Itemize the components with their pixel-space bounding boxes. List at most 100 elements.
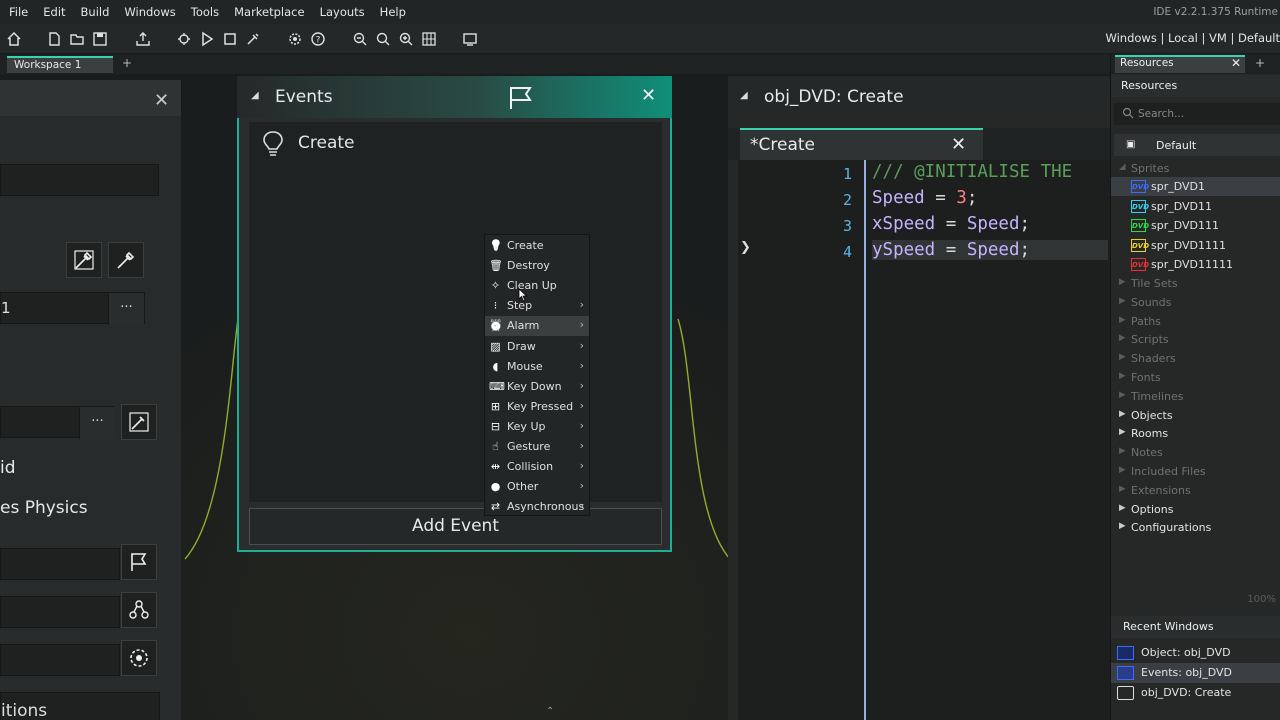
folder-tile-sets[interactable]: ▶ Tile Sets xyxy=(1111,274,1280,293)
collapse-icon[interactable]: ◢ xyxy=(740,90,748,101)
sprite-item[interactable]: DVD spr_DVD111 xyxy=(1111,216,1280,235)
folder-sprites[interactable]: ◢ Sprites xyxy=(1111,159,1280,178)
collapsed-arrow-icon[interactable]: ▶ xyxy=(1119,465,1126,475)
folder-paths[interactable]: ▶ Paths xyxy=(1111,312,1280,331)
collapsed-arrow-icon[interactable]: ▶ xyxy=(1119,427,1126,437)
zoom-reset-icon[interactable] xyxy=(373,29,393,49)
collapsed-arrow-icon[interactable]: ▶ xyxy=(1119,277,1126,287)
debug-icon[interactable] xyxy=(174,29,194,49)
close-icon[interactable]: ✕ xyxy=(951,134,966,155)
close-icon[interactable]: ✕ xyxy=(641,85,656,106)
recent-window-item[interactable]: obj_DVD: Create xyxy=(1111,683,1280,703)
menu-help[interactable]: Help xyxy=(374,5,412,19)
menu-file[interactable]: File xyxy=(3,5,34,19)
clean-icon[interactable] xyxy=(243,29,263,49)
collapsed-arrow-icon[interactable]: ▶ xyxy=(1119,484,1126,494)
folder-options[interactable]: ▶ Options xyxy=(1111,500,1280,519)
close-icon[interactable]: ✕ xyxy=(154,90,169,111)
collapsed-arrow-icon[interactable]: ▶ xyxy=(1119,315,1126,325)
edit-mask-icon[interactable] xyxy=(121,404,157,440)
flag-icon[interactable] xyxy=(121,544,157,580)
context-menu-item-draw[interactable]: ▨ Draw › xyxy=(485,337,589,357)
folder-fonts[interactable]: ▶ Fonts xyxy=(1111,368,1280,387)
folder-rooms[interactable]: ▶ Rooms xyxy=(1111,424,1280,443)
context-menu-item-clean-up[interactable]: ✧ Clean Up xyxy=(485,276,589,296)
code-line[interactable]: Speed = 3; xyxy=(872,188,977,208)
run-icon[interactable] xyxy=(197,29,217,49)
context-menu-item-gesture[interactable]: ☝ Gesture › xyxy=(485,437,589,457)
home-icon[interactable] xyxy=(4,29,24,49)
physics-row[interactable] xyxy=(0,644,120,676)
more-button[interactable]: ··· xyxy=(79,407,115,439)
zoom-out-icon[interactable] xyxy=(350,29,370,49)
new-sprite-icon[interactable] xyxy=(108,242,144,278)
collapsed-arrow-icon[interactable]: ▶ xyxy=(1119,409,1126,419)
open-folder-icon[interactable] xyxy=(67,29,87,49)
menu-build[interactable]: Build xyxy=(75,5,116,19)
code-line[interactable]: ySpeed = Speed; xyxy=(872,240,1108,260)
collapsed-arrow-icon[interactable]: ▶ xyxy=(1119,521,1126,531)
collapsed-arrow-icon[interactable]: ▶ xyxy=(1119,390,1126,400)
parent-field[interactable]: ··· xyxy=(0,406,115,439)
expanded-arrow-icon[interactable]: ◢ xyxy=(1119,162,1126,172)
context-menu-item-create[interactable]: 💡 Create xyxy=(485,236,589,256)
folder-objects[interactable]: ▶ Objects xyxy=(1111,406,1280,425)
context-menu-item-key-down[interactable]: ⌨ Key Down › xyxy=(485,377,589,397)
sprite-field[interactable]: 1 ··· xyxy=(0,292,145,325)
recent-window-item[interactable]: Object: obj_DVD xyxy=(1111,643,1280,663)
menu-windows[interactable]: Windows xyxy=(118,5,181,19)
zoom-in-icon[interactable] xyxy=(396,29,416,49)
add-tab-button[interactable]: + xyxy=(1255,56,1265,70)
resources-tab[interactable]: Resources ✕ xyxy=(1115,55,1245,73)
context-menu-item-step[interactable]: ⁝ Step › xyxy=(485,296,589,316)
collapsed-arrow-icon[interactable]: ▶ xyxy=(1119,446,1126,456)
window-icon[interactable] xyxy=(460,29,480,49)
settings-icon[interactable] xyxy=(285,29,305,49)
context-menu-item-alarm[interactable]: ⏰ Alarm › xyxy=(485,316,589,337)
more-button[interactable]: ··· xyxy=(108,293,144,325)
sprite-item[interactable]: DVD spr_DVD1 xyxy=(1111,177,1280,196)
edit-sprite-icon[interactable] xyxy=(66,242,102,278)
collapsed-arrow-icon[interactable]: ▶ xyxy=(1119,503,1126,513)
folder-scripts[interactable]: ▶ Scripts xyxy=(1111,330,1280,349)
folder-configurations[interactable]: ▶ Configurations xyxy=(1111,518,1280,537)
menu-marketplace[interactable]: Marketplace xyxy=(228,5,310,19)
variable-definitions-row[interactable]: itions xyxy=(0,692,160,720)
collapsed-arrow-icon[interactable]: ▶ xyxy=(1119,296,1126,306)
target-selector[interactable]: Windows | Local | VM | Default xyxy=(1105,31,1280,45)
collapse-icon[interactable]: ◢ xyxy=(251,90,259,101)
context-menu-item-key-up[interactable]: ⊟ Key Up › xyxy=(485,417,589,437)
new-file-icon[interactable] xyxy=(44,29,64,49)
resource-search-input[interactable]: Search... xyxy=(1114,103,1280,125)
code-editor[interactable]: ❯ 1/// @INITIALISE THE 2 Speed = 3; 3 xSpeed… xyxy=(738,160,1110,720)
collapsed-arrow-icon[interactable]: ▶ xyxy=(1119,371,1126,381)
events-row[interactable] xyxy=(0,548,120,580)
hierarchy-icon[interactable] xyxy=(121,592,157,628)
collapsed-arrow-icon[interactable]: ▶ xyxy=(1119,333,1126,343)
context-menu-item-mouse[interactable]: ◖ Mouse › xyxy=(485,357,589,377)
folder-extensions[interactable]: ▶ Extensions xyxy=(1111,481,1280,500)
sprite-item[interactable]: DVD spr_DVD11 xyxy=(1111,197,1280,216)
event-row-create[interactable]: Create xyxy=(249,122,662,162)
parent-row[interactable] xyxy=(0,596,120,628)
grid-icon[interactable] xyxy=(419,29,439,49)
save-icon[interactable] xyxy=(90,29,110,49)
context-menu-item-other[interactable]: ● Other › xyxy=(485,477,589,497)
code-tab[interactable]: *Create ✕ xyxy=(740,128,983,160)
folder-included-files[interactable]: ▶ Included Files xyxy=(1111,462,1280,481)
context-menu-item-collision[interactable]: ⇹ Collision › xyxy=(485,457,589,477)
context-menu-item-asynchronous[interactable]: ⇄ Asynchronous › xyxy=(485,497,589,517)
folder-shaders[interactable]: ▶ Shaders xyxy=(1111,349,1280,368)
workspace-tab[interactable]: Workspace 1 xyxy=(7,56,113,73)
code-line[interactable]: xSpeed = Speed; xyxy=(872,214,1030,234)
menu-tools[interactable]: Tools xyxy=(185,5,225,19)
recent-window-item[interactable]: Events: obj_DVD xyxy=(1111,662,1280,683)
sprite-item[interactable]: DVD spr_DVD1111 xyxy=(1111,236,1280,255)
code-line[interactable]: /// @INITIALISE THE xyxy=(872,162,1072,182)
context-menu-item-destroy[interactable]: 🗑 Destroy xyxy=(485,256,589,276)
context-menu-item-key-pressed[interactable]: ⊞ Key Pressed › xyxy=(485,397,589,417)
physics-settings-icon[interactable] xyxy=(121,640,157,676)
add-event-button[interactable]: Add Event xyxy=(249,508,662,545)
add-workspace-button[interactable]: + xyxy=(122,56,132,70)
menu-edit[interactable]: Edit xyxy=(37,5,71,19)
